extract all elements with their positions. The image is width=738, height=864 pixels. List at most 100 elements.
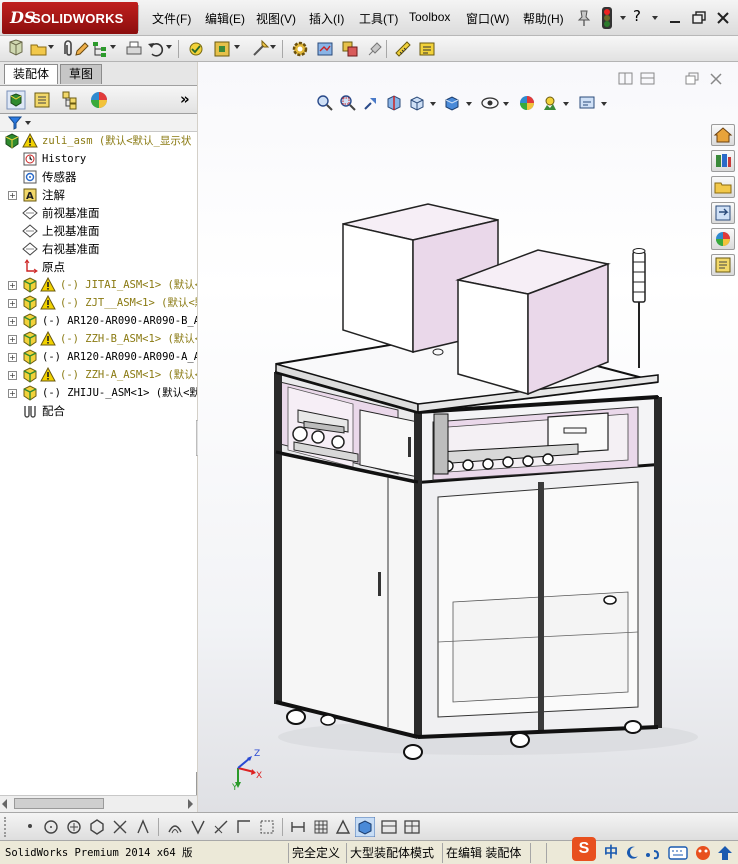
menu-tools[interactable]: 工具(T): [359, 10, 398, 27]
task-pane-home[interactable]: [711, 124, 735, 146]
menu-toolbox[interactable]: Toolbox: [409, 10, 450, 24]
task-pane-appearances[interactable]: [711, 228, 735, 250]
task-pane-view-palette[interactable]: [711, 202, 735, 224]
tree-item[interactable]: + A 注解: [0, 186, 197, 204]
chevron-down-icon[interactable]: [620, 16, 626, 20]
point-icon[interactable]: [28, 824, 32, 828]
tree-item[interactable]: + (-) AR120-AR090-AR090-B_AS: [0, 312, 197, 330]
grid-icon[interactable]: [312, 818, 330, 836]
mass-properties-icon[interactable]: [417, 39, 437, 59]
assembly-xpert-icon[interactable]: [315, 39, 335, 59]
tree-item[interactable]: 右视基准面: [0, 240, 197, 258]
menu-file[interactable]: 文件(F): [152, 10, 191, 27]
filter-icon[interactable]: [8, 116, 24, 130]
tree-expander[interactable]: +: [8, 191, 17, 200]
interference-detection-icon[interactable]: [340, 39, 360, 59]
restore-icon[interactable]: [690, 9, 708, 27]
tree-item[interactable]: 前视基准面: [0, 204, 197, 222]
tree-item[interactable]: 原点: [0, 258, 197, 276]
previous-view-icon[interactable]: [362, 94, 380, 112]
section-view-icon[interactable]: [385, 94, 403, 112]
convert-entities-icon[interactable]: [212, 818, 230, 836]
zoom-to-fit-icon[interactable]: [316, 94, 334, 112]
undo-icon[interactable]: [146, 39, 166, 59]
tree-item[interactable]: 传感器: [0, 168, 197, 186]
solidworks-logo[interactable]: DS SOLIDWORKS: [2, 2, 138, 34]
menu-edit[interactable]: 编辑(E): [205, 10, 245, 27]
tree-expander[interactable]: +: [8, 299, 17, 308]
tree-expander[interactable]: +: [8, 281, 17, 290]
hierarchy-icon[interactable]: [90, 39, 110, 59]
tree-expander[interactable]: +: [8, 371, 17, 380]
triangle-icon[interactable]: [334, 818, 352, 836]
tree-expander[interactable]: +: [8, 335, 17, 344]
skin-icon[interactable]: [694, 844, 712, 862]
orientation-dropdown-arrow[interactable]: [430, 102, 436, 106]
hide-show-items-icon[interactable]: [480, 94, 500, 112]
feature-manager-icon[interactable]: [6, 90, 26, 110]
filter-dropdown-arrow[interactable]: [25, 121, 31, 125]
open-folder-icon[interactable]: [29, 39, 49, 59]
tree-horizontal-scrollbar[interactable]: [0, 795, 197, 812]
tree-item[interactable]: History: [0, 150, 197, 168]
graphics-viewport[interactable]: Z X Y: [198, 62, 738, 812]
circle-tool-icon[interactable]: [42, 818, 60, 836]
measure-icon[interactable]: [393, 39, 413, 59]
new-document-icon[interactable]: [6, 39, 26, 59]
scrollbar-thumb[interactable]: [14, 798, 104, 809]
tree-expander[interactable]: +: [8, 353, 17, 362]
tab-assembly[interactable]: 装配体: [4, 64, 59, 84]
dimension-icon[interactable]: [289, 818, 307, 836]
view-settings-icon[interactable]: [578, 94, 596, 112]
sketch-picture-icon[interactable]: [380, 818, 398, 836]
display-style-dropdown-arrow[interactable]: [466, 102, 472, 106]
tile-horizontal-icon[interactable]: [618, 72, 634, 86]
minimize-icon[interactable]: [666, 9, 684, 27]
menu-insert[interactable]: 插入(I): [309, 10, 344, 27]
task-pane-file-explorer[interactable]: [711, 176, 735, 198]
tree-item[interactable]: + (-) ZZH-A_ASM<1> (默认<默: [0, 366, 197, 384]
tree-item[interactable]: + (-) JITAI_ASM<1> (默认<默: [0, 276, 197, 294]
expand-panel-icon[interactable]: »: [180, 90, 190, 108]
options-gear-icon[interactable]: [290, 39, 310, 59]
upload-arrow-icon[interactable]: [716, 844, 734, 862]
tree-item[interactable]: + (-) ZHIJU-_ASM<1> (默认<默: [0, 384, 197, 402]
assembly-model-view[interactable]: [238, 182, 708, 762]
apply-scene-icon[interactable]: [541, 94, 559, 112]
move-component-icon[interactable]: [365, 39, 385, 59]
edit-appearance-icon[interactable]: [518, 94, 536, 112]
tab-sketch[interactable]: 草图: [60, 64, 103, 84]
close-icon[interactable]: [714, 9, 732, 27]
ime-logo-icon[interactable]: S: [572, 837, 596, 861]
mates-dropdown-arrow[interactable]: [270, 45, 276, 49]
tree-item[interactable]: + (-) ZJT__ASM<1> (默认<默: [0, 294, 197, 312]
tree-item[interactable]: 配合: [0, 402, 197, 420]
construction-line-icon[interactable]: [134, 818, 152, 836]
edit-pencil-icon[interactable]: [72, 39, 92, 59]
scene-dropdown-arrow[interactable]: [563, 102, 569, 106]
hierarchy-dropdown-arrow[interactable]: [110, 45, 116, 49]
tree-expander[interactable]: +: [8, 317, 17, 326]
tree-expander[interactable]: +: [8, 389, 17, 398]
smart-mates-icon[interactable]: [250, 39, 270, 59]
ime-language-indicator[interactable]: 中: [604, 842, 618, 862]
task-pane-custom-properties[interactable]: [711, 254, 735, 276]
trim-tool-icon[interactable]: [111, 818, 129, 836]
tree-item[interactable]: zuli_asm (默认<默认_显示状: [0, 132, 197, 150]
punctuation-icon[interactable]: [644, 845, 662, 861]
centerpoint-icon[interactable]: [65, 818, 83, 836]
scroll-right-arrow[interactable]: [188, 799, 193, 809]
undo-dropdown-arrow[interactable]: [166, 45, 172, 49]
print-icon[interactable]: [124, 39, 144, 59]
tree-item[interactable]: 上视基准面: [0, 222, 197, 240]
3d-sketch-icon[interactable]: [355, 817, 375, 837]
help-icon[interactable]: ?: [633, 7, 641, 25]
display-manager-icon[interactable]: [88, 89, 110, 111]
offset-entities-icon[interactable]: [166, 818, 184, 836]
task-pane-design-library[interactable]: [711, 150, 735, 172]
menu-view[interactable]: 视图(V): [256, 10, 296, 27]
rebuild-icon[interactable]: [186, 39, 206, 59]
polygon-tool-icon[interactable]: [88, 818, 106, 836]
view-orientation-icon[interactable]: [408, 94, 426, 112]
view-settings-dropdown-arrow[interactable]: [601, 102, 607, 106]
